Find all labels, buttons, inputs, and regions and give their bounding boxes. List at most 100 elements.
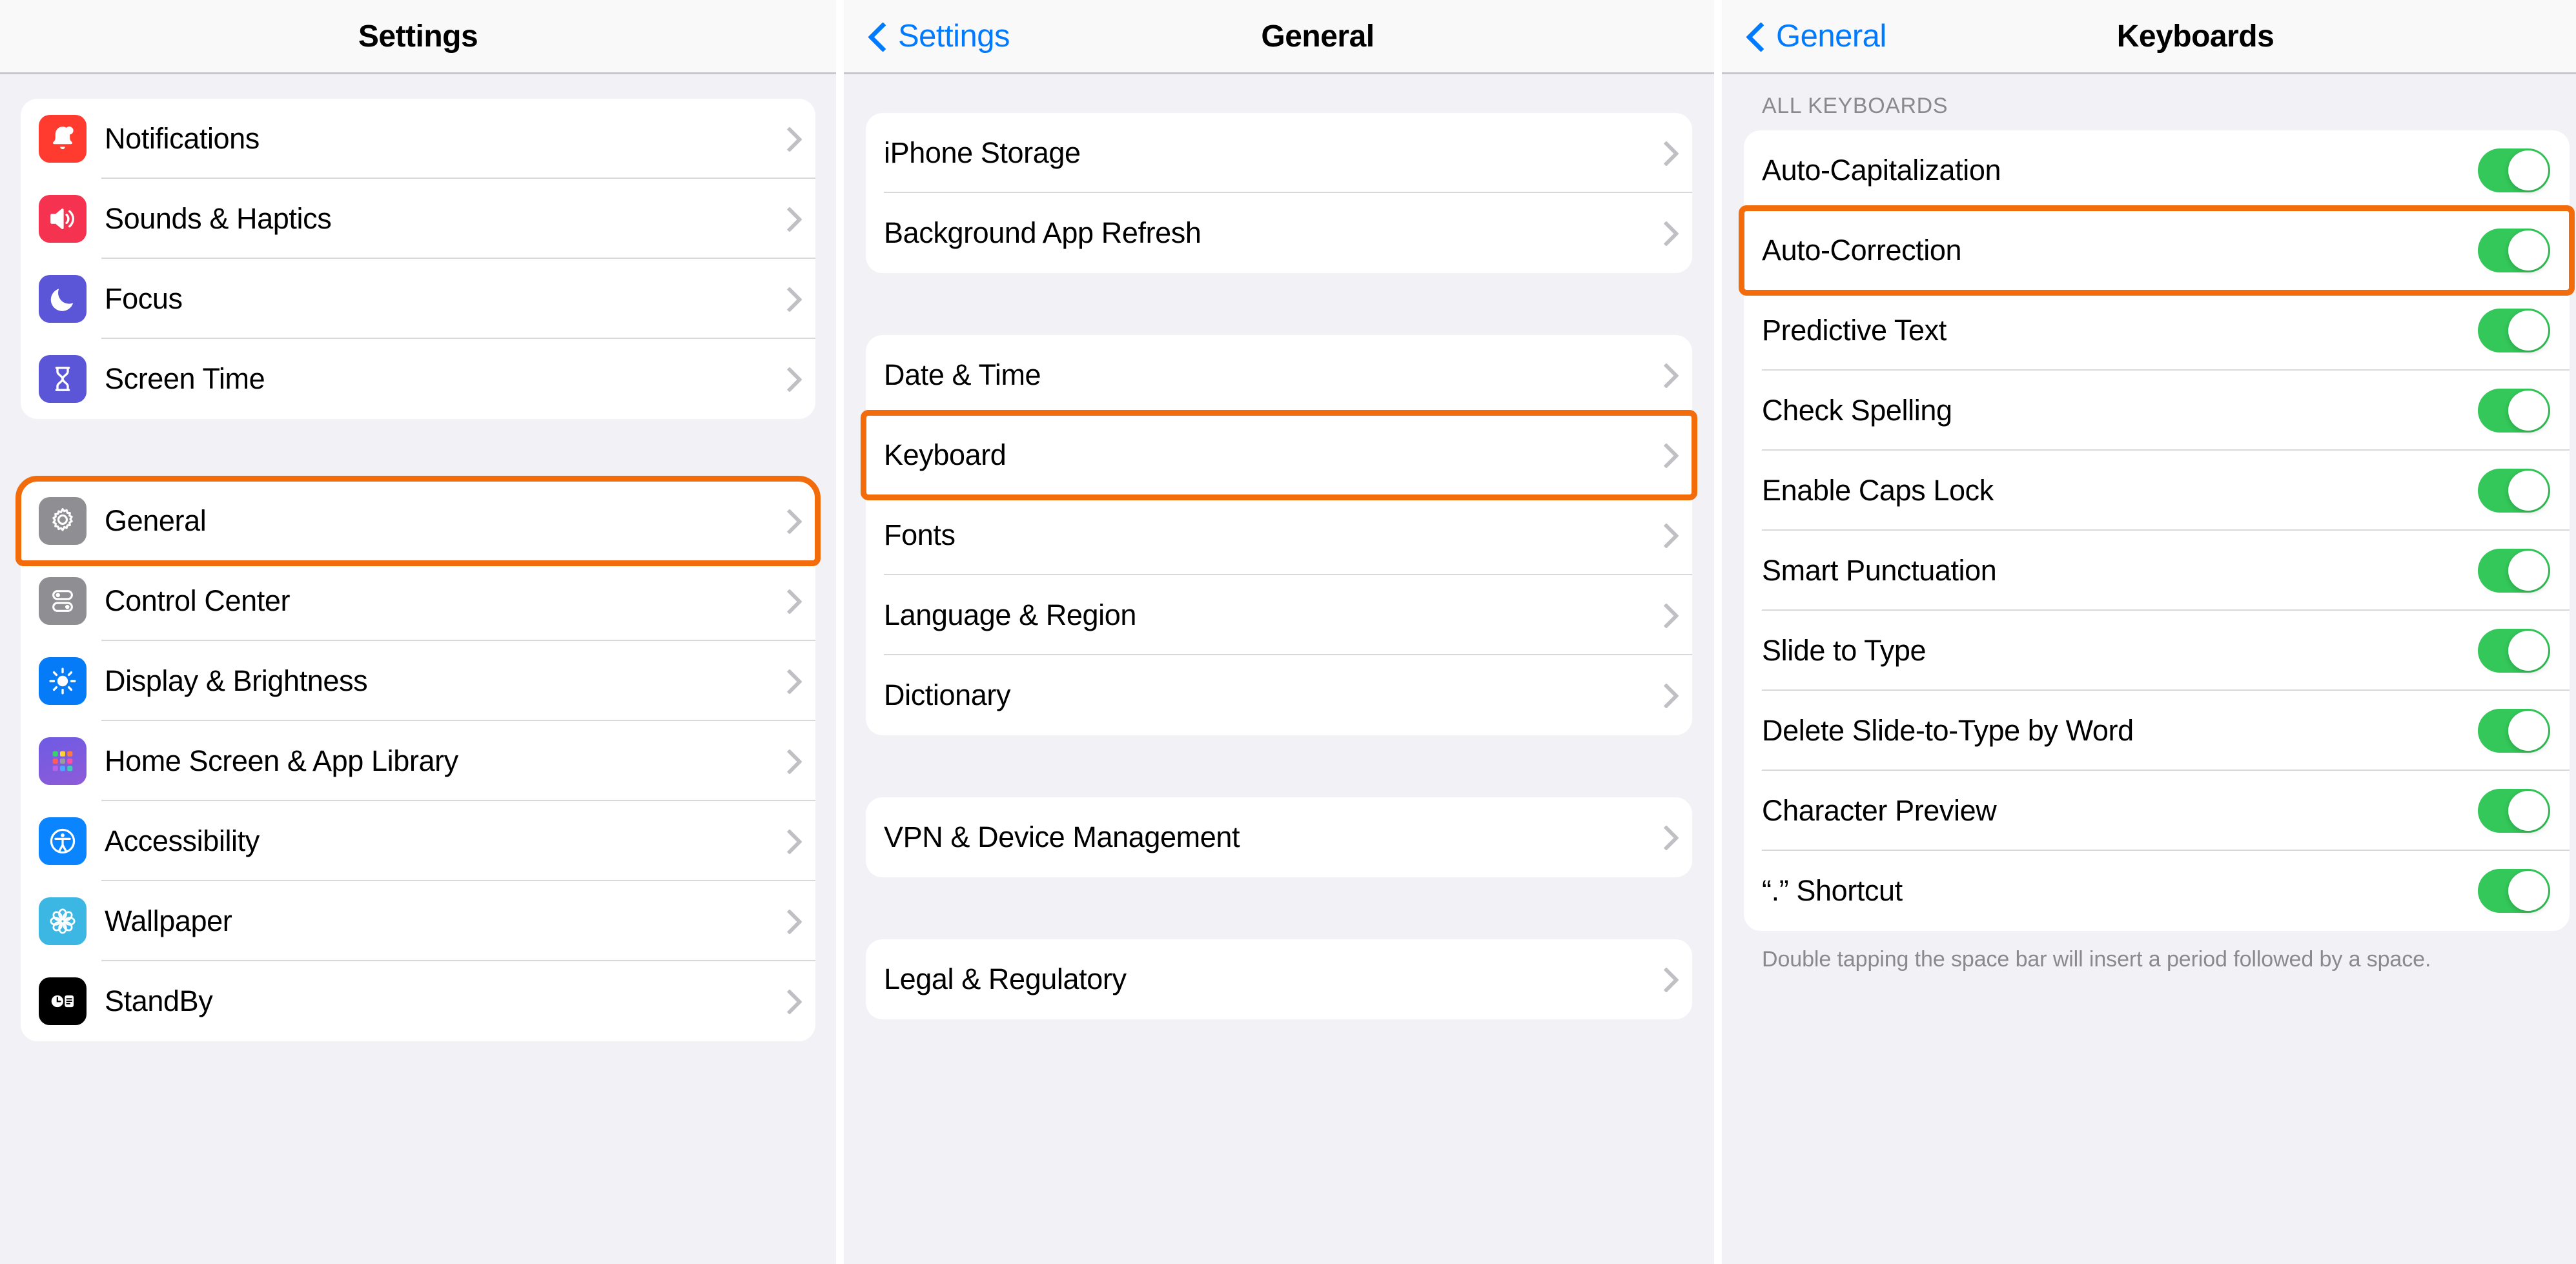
list-item-auto-capitalization[interactable]: Auto-Capitalization [1744, 130, 2570, 210]
accessibility-icon [39, 817, 87, 865]
sidebar-item-label: Sounds & Haptics [105, 202, 332, 235]
list-item-label: Language & Region [884, 598, 1137, 631]
list-item-slide-to-type[interactable]: Slide to Type [1744, 611, 2570, 691]
speaker-waves-icon [39, 195, 87, 243]
brightness-sun-icon [39, 657, 87, 705]
general-group-1: iPhone Storage Background App Refresh [866, 113, 1692, 273]
list-item-label: Keyboard [884, 438, 1007, 471]
list-item-label: iPhone Storage [884, 136, 1081, 169]
sidebar-item-label: Home Screen & App Library [105, 744, 458, 777]
toggle-enable-caps-lock[interactable] [2478, 469, 2550, 513]
list-item-label: Character Preview [1762, 794, 1997, 827]
list-item-label: Legal & Regulatory [884, 963, 1127, 995]
toggle-check-spelling[interactable] [2478, 389, 2550, 433]
list-item-label: Smart Punctuation [1762, 554, 1997, 587]
list-item-label: Fonts [884, 518, 956, 551]
three-panel-screenshot: Settings Notifications Sounds & Haptics … [0, 0, 2576, 1264]
list-item-vpn-device-management[interactable]: VPN & Device Management [866, 797, 1692, 877]
list-item-date-time[interactable]: Date & Time [866, 335, 1692, 415]
list-item-enable-caps-lock[interactable]: Enable Caps Lock [1744, 451, 2570, 531]
chevron-right-icon [781, 670, 793, 692]
toggle-character-preview[interactable] [2478, 789, 2550, 833]
list-item-label: Dictionary [884, 678, 1011, 711]
keyboards-scroll-area[interactable]: ALL KEYBOARDS Auto-Capitalization Auto-C… [1722, 74, 2576, 1262]
standby-clock-icon [39, 977, 87, 1025]
chevron-left-icon [870, 23, 884, 49]
page-title: General [1261, 19, 1375, 54]
toggle-slide-to-type[interactable] [2478, 629, 2550, 673]
list-item-background-app-refresh[interactable]: Background App Refresh [866, 193, 1692, 273]
sidebar-item-label: Accessibility [105, 824, 260, 857]
settings-group-1: Notifications Sounds & Haptics Focus Scr… [21, 99, 815, 419]
gear-icon [39, 497, 87, 545]
sidebar-item-control-center[interactable]: Control Center [21, 561, 815, 641]
chevron-right-icon [1657, 142, 1670, 164]
list-item-label: Background App Refresh [884, 216, 1201, 249]
list-item-smart-punctuation[interactable]: Smart Punctuation [1744, 531, 2570, 611]
list-item-label: Auto-Capitalization [1762, 154, 2001, 187]
section-header-all-keyboards: ALL KEYBOARDS [1762, 94, 1948, 118]
list-item-check-spelling[interactable]: Check Spelling [1744, 371, 2570, 451]
sidebar-item-label: Wallpaper [105, 904, 232, 937]
general-navbar: Settings General [844, 0, 1714, 74]
page-title: Settings [358, 19, 478, 54]
sidebar-item-label: General [105, 504, 207, 537]
notifications-bell-icon [39, 115, 87, 163]
list-item-iphone-storage[interactable]: iPhone Storage [866, 113, 1692, 193]
sidebar-item-accessibility[interactable]: Accessibility [21, 801, 815, 881]
crescent-moon-icon [39, 275, 87, 323]
list-item-dictionary[interactable]: Dictionary [866, 655, 1692, 735]
toggle-smart-punctuation[interactable] [2478, 549, 2550, 593]
sidebar-item-focus[interactable]: Focus [21, 259, 815, 339]
sidebar-item-home-screen-app-library[interactable]: Home Screen & App Library [21, 721, 815, 801]
all-keyboards-group: Auto-Capitalization Auto-Correction Pred… [1739, 130, 2575, 931]
toggle-auto-correction[interactable] [2478, 229, 2550, 272]
toggle-delete-slide-to-type-by-word[interactable] [2478, 709, 2550, 753]
toggle-period-shortcut[interactable] [2478, 869, 2550, 913]
list-item-legal-regulatory[interactable]: Legal & Regulatory [866, 939, 1692, 1019]
chevron-right-icon [1657, 826, 1670, 848]
sidebar-item-label: Display & Brightness [105, 664, 368, 697]
sidebar-item-notifications[interactable]: Notifications [21, 99, 815, 179]
list-item-period-shortcut[interactable]: “.” Shortcut [1744, 851, 2570, 931]
chevron-right-icon [781, 750, 793, 772]
chevron-right-icon [781, 510, 793, 532]
list-item-language-region[interactable]: Language & Region [866, 575, 1692, 655]
sidebar-item-label: StandBy [105, 984, 213, 1017]
chevron-right-icon [781, 288, 793, 310]
list-item-auto-correction[interactable]: Auto-Correction [1739, 205, 2575, 296]
list-item-character-preview[interactable]: Character Preview [1744, 771, 2570, 851]
toggle-auto-capitalization[interactable] [2478, 148, 2550, 192]
chevron-right-icon [781, 830, 793, 852]
sidebar-item-screen-time[interactable]: Screen Time [21, 339, 815, 419]
list-item-delete-slide-to-type-by-word[interactable]: Delete Slide-to-Type by Word [1744, 691, 2570, 771]
sidebar-item-label: Screen Time [105, 362, 265, 395]
list-item-label: Check Spelling [1762, 394, 1952, 427]
sidebar-item-standby[interactable]: StandBy [21, 961, 815, 1041]
chevron-right-icon [781, 128, 793, 150]
settings-scroll-area[interactable]: Notifications Sounds & Haptics Focus Scr… [0, 74, 836, 1262]
general-scroll-area[interactable]: iPhone Storage Background App Refresh Da… [844, 74, 1714, 1262]
sidebar-item-sounds-haptics[interactable]: Sounds & Haptics [21, 179, 815, 259]
page-title: Keyboards [2116, 19, 2274, 54]
chevron-right-icon [1657, 444, 1670, 466]
sidebar-item-wallpaper[interactable]: Wallpaper [21, 881, 815, 961]
toggle-predictive-text[interactable] [2478, 309, 2550, 352]
control-center-icon [39, 577, 87, 625]
settings-group-2: General Control Center Display & Brightn… [15, 476, 821, 1041]
sidebar-item-general[interactable]: General [15, 476, 821, 566]
sidebar-item-label: Control Center [105, 584, 291, 617]
flower-icon [39, 897, 87, 945]
sidebar-item-display-brightness[interactable]: Display & Brightness [21, 641, 815, 721]
chevron-right-icon [781, 368, 793, 390]
chevron-right-icon [781, 208, 793, 230]
list-item-label: Delete Slide-to-Type by Word [1762, 714, 2134, 747]
chevron-right-icon [781, 590, 793, 612]
list-item-keyboard[interactable]: Keyboard [861, 410, 1697, 500]
chevron-left-icon [1748, 23, 1762, 49]
sidebar-item-label: Notifications [105, 122, 260, 155]
list-item-predictive-text[interactable]: Predictive Text [1744, 291, 2570, 371]
list-item-fonts[interactable]: Fonts [866, 495, 1692, 575]
general-group-2: Date & Time Keyboard Fonts Language & Re… [861, 335, 1697, 735]
section-footer-period-shortcut-help: Double tapping the space bar will insert… [1762, 947, 2431, 972]
